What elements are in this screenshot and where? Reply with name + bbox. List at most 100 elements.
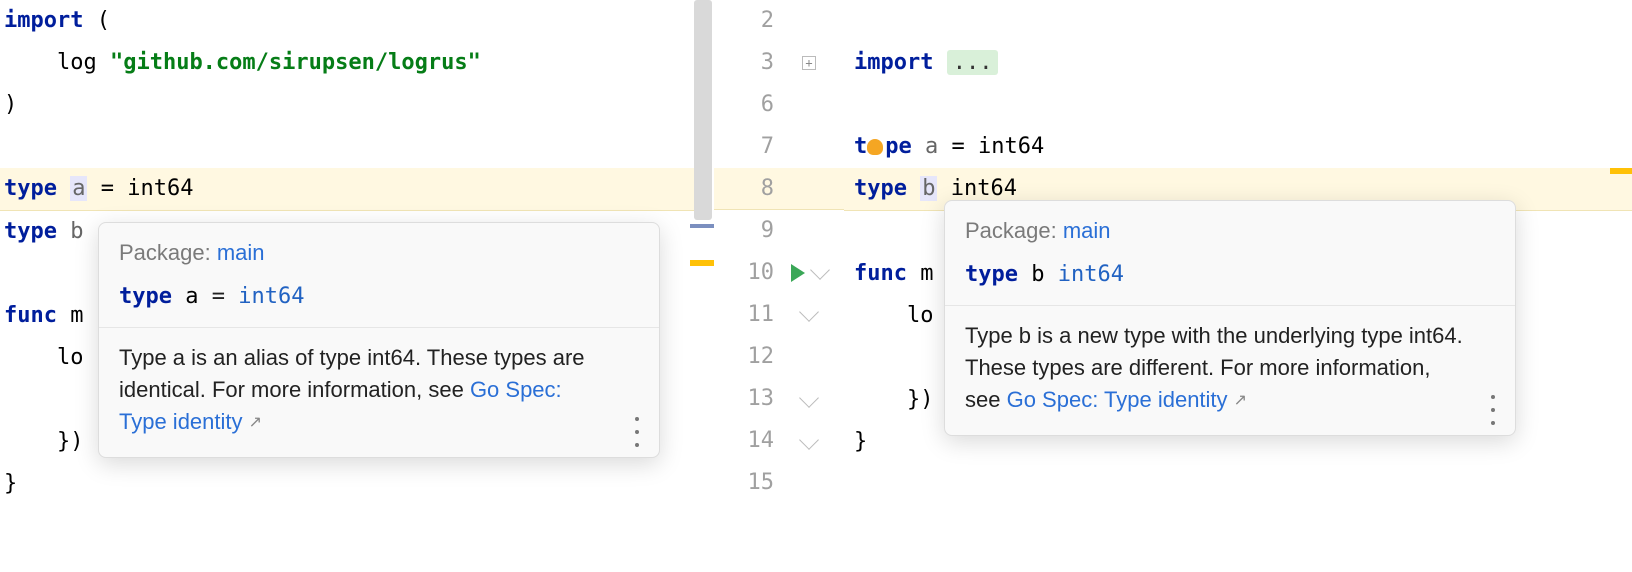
quick-doc-popup[interactable]: Package: main type a = int64 Type a is a… [98, 222, 660, 458]
fold-open-icon[interactable] [810, 260, 830, 280]
line-number: 14 [714, 420, 774, 462]
text: lo [854, 303, 933, 328]
intention-bulb-icon[interactable] [867, 139, 883, 155]
gutter-row[interactable]: 2 [714, 0, 844, 42]
keyword-type: type [965, 262, 1018, 287]
code-line-highlighted[interactable]: type a = int64 [0, 168, 700, 211]
text: }) [854, 387, 933, 412]
identifier: b [1031, 262, 1044, 287]
editor-gutter: 2 3+ 6 7 8 9 10 11 12 13 14 15 [714, 0, 844, 572]
package-link[interactable]: main [1063, 218, 1111, 243]
code-line[interactable]: import ( [0, 0, 700, 42]
line-number: 11 [714, 294, 774, 336]
gutter-row[interactable]: 11 [714, 294, 844, 336]
keyword-type-part: pe [885, 134, 925, 159]
folded-code-badge[interactable]: ... [947, 50, 999, 75]
text: ( [83, 8, 110, 33]
line-number: 2 [714, 0, 774, 42]
text: } [854, 429, 867, 454]
line-number: 13 [714, 378, 774, 420]
code-line[interactable]: ) [0, 84, 700, 126]
text: = int64 [87, 176, 193, 201]
popup-package-row: Package: main [99, 223, 659, 273]
text: = int64 [938, 134, 1044, 159]
line-number: 9 [714, 210, 774, 252]
type-name: int64 [1058, 262, 1124, 287]
identifier-b: b [70, 219, 83, 244]
identifier: a [185, 284, 198, 309]
identifier-b[interactable]: b [920, 176, 937, 201]
code-line[interactable]: import ... [844, 42, 1632, 84]
keyword-func: func [4, 303, 57, 328]
code-line-blank[interactable] [844, 84, 1632, 126]
space [1018, 262, 1031, 287]
marker-stripe[interactable] [690, 224, 714, 228]
gutter-row[interactable]: 3+ [714, 42, 844, 84]
keyword-type: type [854, 176, 920, 201]
keyword-func: func [854, 261, 907, 286]
text: int64 [937, 176, 1016, 201]
line-number: 6 [714, 84, 774, 126]
text: = [198, 284, 238, 309]
keyword-type: type [4, 176, 57, 201]
identifier-a[interactable]: a [70, 176, 87, 201]
fold-end-icon[interactable] [799, 388, 819, 408]
gutter-row[interactable]: 12 [714, 336, 844, 378]
popup-description: Type a is an alias of type int64. These … [99, 327, 659, 457]
more-actions-icon[interactable] [1483, 395, 1503, 425]
space [57, 176, 70, 201]
code-line[interactable]: log "github.com/sirupsen/logrus" [0, 42, 700, 84]
fold-closed-icon[interactable]: + [802, 56, 816, 70]
package-label: Package: [965, 218, 1063, 243]
line-number: 15 [714, 462, 774, 504]
run-gutter-icon[interactable] [791, 264, 805, 282]
marker-stripe[interactable] [690, 260, 714, 266]
text: ) [4, 92, 17, 117]
keyword-type-part: t [854, 134, 867, 159]
quick-doc-popup[interactable]: Package: main type b int64 Type b is a n… [944, 200, 1516, 436]
space [1044, 262, 1057, 287]
text: log [4, 50, 110, 75]
gutter-row[interactable]: 9 [714, 210, 844, 252]
gutter-row[interactable]: 6 [714, 84, 844, 126]
keyword-import: import [854, 50, 947, 75]
identifier-a: a [925, 134, 938, 159]
scrollbar-thumb[interactable] [694, 0, 712, 220]
code-line-blank[interactable] [844, 0, 1632, 42]
package-link[interactable]: main [217, 240, 265, 265]
line-number: 10 [714, 252, 774, 294]
text: } [4, 471, 17, 496]
external-link-icon: ↗ [249, 414, 262, 431]
line-number: 12 [714, 336, 774, 378]
fold-open-icon[interactable] [799, 302, 819, 322]
external-link-icon: ↗ [1234, 392, 1247, 409]
gutter-row[interactable]: 15 [714, 462, 844, 504]
keyword-import: import [4, 8, 83, 33]
gutter-row[interactable]: 7 [714, 126, 844, 168]
doc-link[interactable]: Go Spec: Type identity ↗ [1007, 387, 1247, 412]
line-number: 3 [714, 42, 774, 84]
popup-description: Type b is a new type with the underlying… [945, 305, 1515, 435]
line-number: 7 [714, 126, 774, 168]
code-line[interactable]: tpe a = int64 [844, 126, 1632, 168]
gutter-row[interactable]: 8 [714, 168, 844, 210]
code-line-blank[interactable] [0, 126, 700, 168]
text: }) [4, 429, 83, 454]
popup-definition-row: type a = int64 [99, 273, 659, 327]
keyword-type: type [119, 284, 172, 309]
more-actions-icon[interactable] [627, 417, 647, 447]
gutter-row[interactable]: 14 [714, 420, 844, 462]
text: m [907, 261, 934, 286]
space [172, 284, 185, 309]
code-line[interactable]: } [0, 463, 700, 505]
popup-definition-row: type b int64 [945, 251, 1515, 305]
gutter-row[interactable]: 13 [714, 378, 844, 420]
package-label: Package: [119, 240, 217, 265]
space [57, 219, 70, 244]
doc-link-text: Go Spec: Type identity [1007, 387, 1228, 412]
popup-package-row: Package: main [945, 201, 1515, 251]
marker-stripe[interactable] [1610, 168, 1632, 174]
text: lo [4, 345, 83, 370]
fold-end-icon[interactable] [799, 430, 819, 450]
gutter-row[interactable]: 10 [714, 252, 844, 294]
